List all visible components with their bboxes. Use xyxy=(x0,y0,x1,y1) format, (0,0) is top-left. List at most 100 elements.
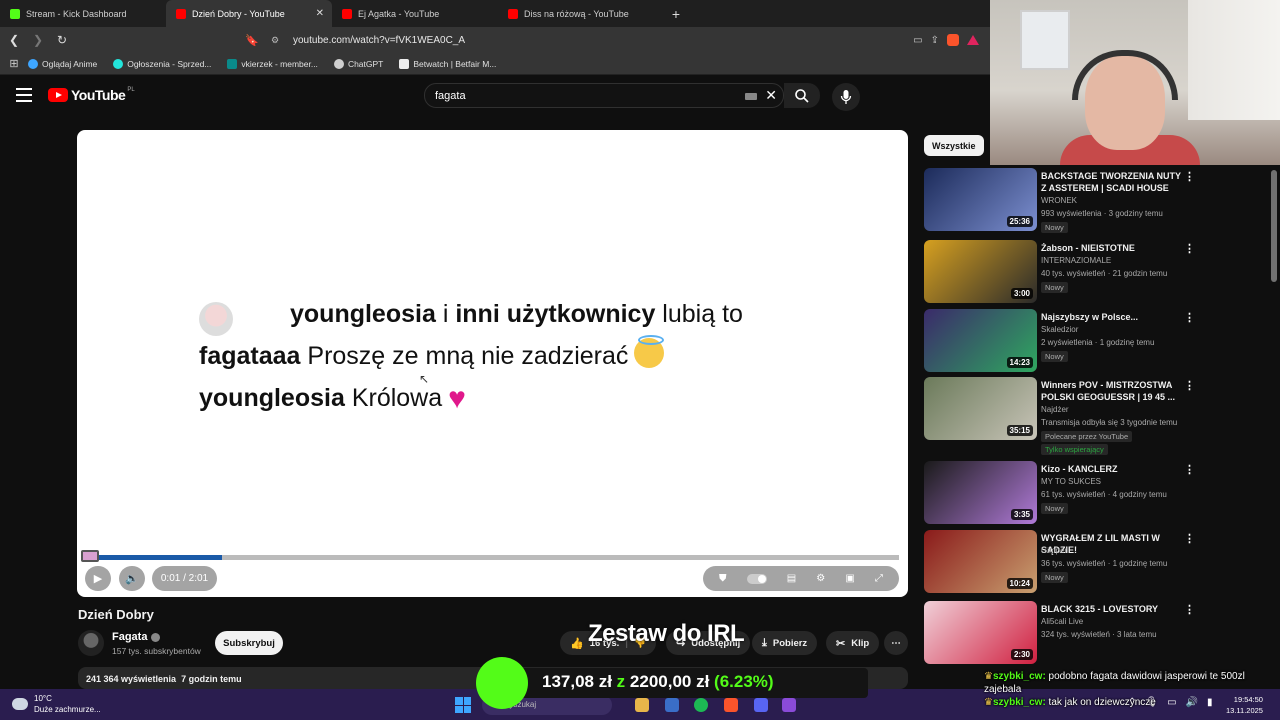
clip-label: Klip xyxy=(851,637,870,649)
brave-icon[interactable] xyxy=(724,698,738,712)
sponsorblock-icon[interactable]: ⛊ xyxy=(719,573,727,584)
url-field[interactable]: 🔖 ⚙ youtube.com/watch?v=fVK1WEA0C_A ▭ ⇪ xyxy=(245,31,985,49)
more-options-icon[interactable]: ⋮ xyxy=(1184,463,1195,476)
video-thumbnail[interactable]: 2:30 xyxy=(924,601,1037,664)
apps-grid-icon[interactable]: ⊞ xyxy=(0,57,28,70)
bookmark-ogladaj-anime[interactable]: Oglądaj Anime xyxy=(28,58,97,69)
time-text: 0:01 / 2:01 xyxy=(160,573,209,584)
obs-icon[interactable] xyxy=(782,698,796,712)
filter-chip-all[interactable]: Wszystkie xyxy=(924,135,984,156)
recommendation-item[interactable]: 3:00 Żabson - NIEISTOTNE INTERNAZIOMALE 40 … xyxy=(924,240,1264,304)
recommendation-channel[interactable]: MY TO SUKCES xyxy=(1041,477,1101,486)
video-thumbnail[interactable]: 25:36 xyxy=(924,168,1037,231)
recommendation-channel[interactable]: Skaledzior xyxy=(1041,325,1078,334)
autoplay-toggle[interactable] xyxy=(746,573,767,584)
more-options-icon[interactable]: ⋮ xyxy=(1184,170,1195,183)
forward-icon[interactable]: ❯ xyxy=(28,33,48,47)
progress-bar[interactable] xyxy=(83,555,899,560)
recommendation-channel[interactable]: WRONEK xyxy=(1041,196,1077,205)
recommendation-item[interactable]: 10:24 WYGRAŁEM Z LIL MASTI W SĄDZIE! Gimpe… xyxy=(924,530,1264,594)
miniplayer-icon[interactable]: ▣ xyxy=(845,573,854,584)
duration-badge: 3:35 xyxy=(1010,509,1033,520)
reload-icon[interactable]: ↻ xyxy=(52,33,72,47)
recommendation-title[interactable]: Żabson - NIEISTOTNE xyxy=(1041,242,1181,254)
more-options-icon[interactable]: ⋮ xyxy=(1184,532,1195,545)
cast-icon[interactable]: ▭ xyxy=(913,35,922,46)
store-icon[interactable] xyxy=(665,698,679,712)
recommendation-title[interactable]: Najszybszy w Polsce... xyxy=(1041,311,1181,323)
more-options-icon[interactable]: ⋮ xyxy=(1184,311,1195,324)
more-actions-button[interactable]: ⋯ xyxy=(884,631,908,655)
recommendation-title[interactable]: BLACK 3215 - LOVESTORY xyxy=(1041,603,1181,615)
youtube-logo[interactable]: YouTube PL xyxy=(48,87,135,103)
bookmark-icon[interactable]: 🔖 xyxy=(245,34,265,47)
video-thumbnail[interactable]: 3:00 xyxy=(924,240,1037,303)
brave-rewards-icon[interactable] xyxy=(967,35,979,45)
clear-search-icon[interactable]: ✕ xyxy=(765,87,777,104)
search-input[interactable]: fagata ✕ xyxy=(424,83,784,108)
download-button[interactable]: ⤓ Pobierz xyxy=(752,631,818,655)
volume-button[interactable]: 🔈 xyxy=(119,566,145,591)
recommendation-title[interactable]: Kizo - KANCLERZ xyxy=(1041,463,1181,475)
recommendation-title[interactable]: Winners POV - MISTRZOSTWA POLSKI GEOGUES… xyxy=(1041,379,1181,403)
recommendation-meta: 993 wyświetlenia · 3 godziny temu xyxy=(1041,209,1163,218)
bookmark-betwatch[interactable]: Betwatch | Betfair M... xyxy=(399,58,496,69)
voice-search-button[interactable] xyxy=(832,83,860,111)
share-icon[interactable]: ⇪ xyxy=(931,35,939,46)
video-thumbnail[interactable]: 10:24 xyxy=(924,530,1037,593)
recommendation-meta: 36 tys. wyświetleń · 1 godzinę temu xyxy=(1041,559,1168,568)
back-icon[interactable]: ❮ xyxy=(4,33,24,47)
video-thumbnail[interactable]: 14:23 xyxy=(924,309,1037,372)
tab-ej-agatka[interactable]: Ej Agatka - YouTube xyxy=(332,0,498,27)
play-button[interactable]: ▶ xyxy=(85,566,111,591)
progress-scrubber-icon[interactable] xyxy=(81,550,99,562)
channel-avatar[interactable] xyxy=(78,630,104,656)
subtitles-icon[interactable]: ▤ xyxy=(787,573,796,584)
new-tab-button[interactable]: + xyxy=(666,6,686,22)
discord-icon[interactable] xyxy=(754,698,768,712)
bookmark-vkierzek[interactable]: vkierzek - member... xyxy=(227,58,318,69)
more-options-icon[interactable]: ⋮ xyxy=(1184,242,1195,255)
settings-gear-icon[interactable]: ⚙ xyxy=(816,573,825,584)
webcam-background xyxy=(1020,10,1070,70)
tab-kick-dashboard[interactable]: Stream - Kick Dashboard xyxy=(0,0,166,27)
recommendation-channel[interactable]: Gimper xyxy=(1041,546,1067,555)
search-button[interactable] xyxy=(784,83,820,108)
more-options-icon[interactable]: ⋮ xyxy=(1184,603,1195,616)
subscribe-button[interactable]: Subskrybuj xyxy=(215,631,283,655)
spotify-icon[interactable] xyxy=(694,698,708,712)
bookmark-chatgpt[interactable]: ChatGPT xyxy=(333,58,383,69)
recommendation-channel[interactable]: Ali5cali Live xyxy=(1041,617,1083,626)
channel-name-text: Fagata xyxy=(112,631,148,643)
keyboard-icon[interactable] xyxy=(745,93,757,100)
recommendation-title[interactable]: BACKSTAGE TWORZENIA NUTY Z ASSTEREM | SC… xyxy=(1041,170,1181,194)
tab-dzien-dobry[interactable]: Dzień Dobry - YouTube ✕ xyxy=(166,0,332,27)
recommendation-item[interactable]: 35:15 Winners POV - MISTRZOSTWA POLSKI GE… xyxy=(924,377,1264,455)
youtube-favicon-icon xyxy=(508,8,518,19)
recommendation-channel[interactable]: Najdżer xyxy=(1041,405,1069,414)
fullscreen-icon[interactable]: ⤢ xyxy=(875,573,883,584)
recommendation-item[interactable]: 2:30 BLACK 3215 - LOVESTORY Ali5cali Live 3… xyxy=(924,601,1264,665)
bookmark-ogloszenia[interactable]: Ogłoszenia - Sprzed... xyxy=(113,58,211,69)
clip-button[interactable]: ✂ Klip xyxy=(826,631,880,655)
recommendation-channel[interactable]: INTERNAZIOMALE xyxy=(1041,256,1111,265)
recommendation-item[interactable]: 25:36 BACKSTAGE TWORZENIA NUTY Z ASSTEREM… xyxy=(924,168,1264,233)
comment-user: youngleosia xyxy=(199,384,345,412)
tab-diss[interactable]: Diss na różową - YouTube xyxy=(498,0,664,27)
video-player[interactable]: youngleosia i inni użytkownicy lubią to … xyxy=(77,130,908,597)
weather-widget[interactable]: 10°C Duże zachmurze... xyxy=(12,693,101,715)
site-info-icon[interactable]: ⚙ xyxy=(271,35,291,46)
file-explorer-icon[interactable] xyxy=(635,698,649,712)
recommendation-item[interactable]: 14:23 Najszybszy w Polsce... Skaledzior 2 w… xyxy=(924,309,1264,373)
recommendation-item[interactable]: 3:35 Kizo - KANCLERZ MY TO SUKCES 61 tys. w… xyxy=(924,461,1264,525)
brave-shields-icon[interactable] xyxy=(947,34,959,46)
video-thumbnail[interactable]: 3:35 xyxy=(924,461,1037,524)
channel-name[interactable]: Fagata xyxy=(112,631,161,643)
windows-start-icon[interactable] xyxy=(455,697,471,713)
video-thumbnail[interactable]: 35:15 xyxy=(924,377,1037,440)
menu-icon[interactable] xyxy=(16,88,32,102)
recommendation-badge: Nowy xyxy=(1041,572,1068,583)
close-tab-icon[interactable]: ✕ xyxy=(316,8,324,19)
scrollbar[interactable] xyxy=(1271,170,1277,282)
more-options-icon[interactable]: ⋮ xyxy=(1184,379,1195,392)
